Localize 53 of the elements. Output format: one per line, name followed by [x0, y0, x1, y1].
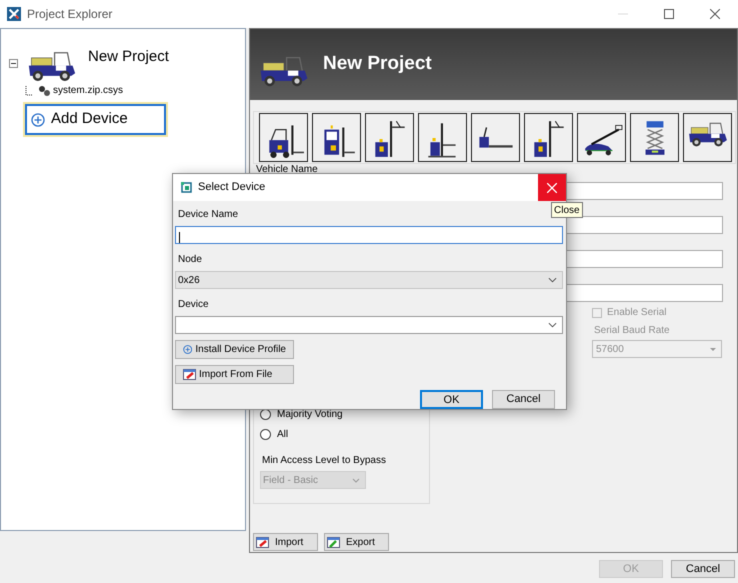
vehicle-type-button[interactable] — [630, 113, 679, 162]
dropdown-arrow-icon — [710, 348, 716, 350]
maximize-icon — [664, 9, 674, 19]
vehicle-type-button[interactable] — [365, 113, 414, 162]
vehicle-type-button[interactable] — [471, 113, 520, 162]
dropdown[interactable]: 0x26 — [175, 271, 563, 289]
add-device-button[interactable]: Add Device — [25, 104, 166, 135]
tree-item[interactable]: system.zip.csys — [53, 83, 124, 98]
ok-button[interactable]: OK — [420, 390, 483, 409]
pallet-truck-icon — [476, 125, 514, 150]
vehicle-type-button[interactable] — [259, 113, 308, 162]
tree-connector-icon — [25, 86, 34, 96]
input-field[interactable] — [175, 226, 563, 244]
field-label: Device — [178, 299, 210, 311]
vehicle-type-button[interactable] — [418, 113, 467, 162]
close-icon — [710, 9, 720, 19]
vehicle-type-button[interactable] — [312, 113, 361, 162]
dropdown[interactable] — [175, 316, 563, 334]
device-icon — [181, 182, 192, 193]
import-button[interactable]: Import — [253, 533, 318, 551]
vehicle-type-button[interactable] — [683, 113, 732, 162]
cancel-button[interactable]: Cancel — [671, 560, 735, 578]
vehicle-type-button[interactable] — [524, 113, 573, 162]
tooltip: Close — [551, 202, 583, 218]
radio-label: All — [277, 428, 288, 442]
text-cursor — [179, 232, 180, 243]
cancel-button[interactable]: Cancel — [492, 390, 555, 409]
import-file-button[interactable]: Import From File — [175, 365, 294, 384]
export-button[interactable]: Export — [324, 533, 389, 551]
import-icon — [183, 368, 196, 381]
close-icon — [547, 182, 557, 192]
import-icon — [256, 536, 269, 548]
install-profile-button[interactable]: Install Device Profile — [175, 340, 294, 359]
field-label: Serial Baud Rate — [594, 324, 671, 338]
chevron-down-icon — [352, 477, 360, 483]
window-title: Project Explorer — [27, 6, 112, 23]
field-label: Min Access Level to Bypass — [262, 454, 387, 468]
chevron-down-icon — [548, 277, 557, 283]
vehicle-type-button[interactable] — [577, 113, 626, 162]
checkbox-label: Enable Serial — [607, 306, 666, 320]
header-title: New Project — [323, 52, 432, 76]
field-label: Node — [178, 254, 203, 266]
plus-circle-icon — [183, 343, 192, 356]
close-button[interactable] — [538, 174, 566, 201]
plus-circle-icon — [31, 112, 45, 126]
export-icon — [327, 536, 340, 548]
app-logo-icon — [7, 7, 21, 21]
collapse-toggle[interactable] — [9, 58, 18, 68]
field-label: Vehicle Name — [256, 164, 319, 175]
dialog-title: Select Device — [198, 180, 266, 196]
tree-item[interactable]: New Project — [88, 46, 169, 68]
chevron-down-icon — [548, 322, 557, 328]
radio-label: Majority Voting — [277, 408, 343, 422]
